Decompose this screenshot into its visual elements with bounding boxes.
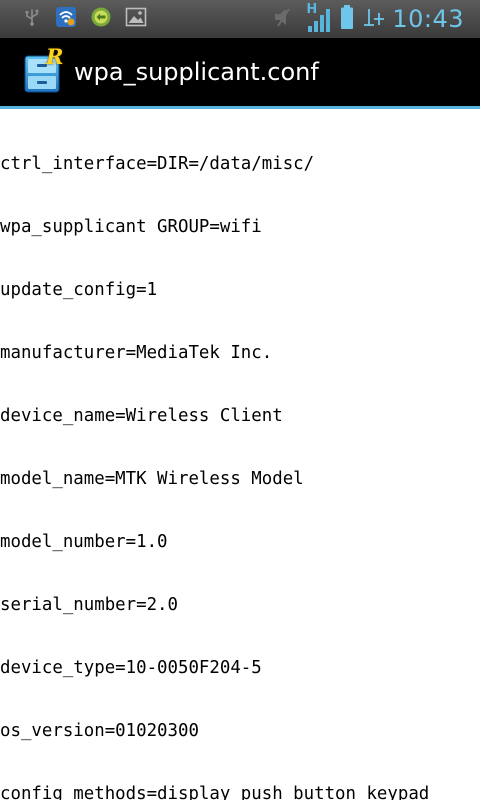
- file-line: manufacturer=MediaTek Inc.: [0, 343, 273, 363]
- file-content[interactable]: ctrl_interface=DIR=/data/misc/ wpa_suppl…: [0, 112, 480, 800]
- file-line: device_name=Wireless Client: [0, 406, 283, 426]
- page-title: wpa_supplicant.conf: [74, 58, 319, 86]
- file-line: os_version=01020300: [0, 721, 199, 741]
- battery-icon: [340, 4, 354, 34]
- file-line: serial_number=2.0: [0, 595, 178, 615]
- app-icon-letter: R: [46, 44, 64, 69]
- file-line: device_type=10-0050F204-5: [0, 658, 262, 678]
- file-line: config_methods=display push_button keypa…: [0, 784, 430, 800]
- wifi-sync-icon: [55, 6, 77, 32]
- title-bar: R wpa_supplicant.conf: [0, 38, 480, 109]
- system-icons: H 10:43: [272, 3, 464, 34]
- status-clock: 10:43: [392, 5, 464, 33]
- mute-icon: [272, 5, 296, 33]
- notification-icons: [22, 6, 160, 32]
- data-transfer-icon: [362, 5, 386, 33]
- title-divider: [0, 106, 480, 109]
- hspa-signal-icon: H: [306, 3, 332, 34]
- gallery-icon: [125, 7, 147, 31]
- file-line: wpa_supplicant GROUP=wifi: [0, 217, 262, 237]
- file-line: model_number=1.0: [0, 532, 168, 552]
- app-notification-icon: [90, 6, 112, 32]
- file-line: model_name=MTK Wireless Model: [0, 469, 304, 489]
- file-line: update_config=1: [0, 280, 158, 300]
- usb-icon: [22, 7, 42, 31]
- file-line: ctrl_interface=DIR=/data/misc/: [0, 154, 315, 174]
- root-explorer-icon[interactable]: R: [22, 46, 64, 94]
- status-bar: H 10:43: [0, 0, 480, 38]
